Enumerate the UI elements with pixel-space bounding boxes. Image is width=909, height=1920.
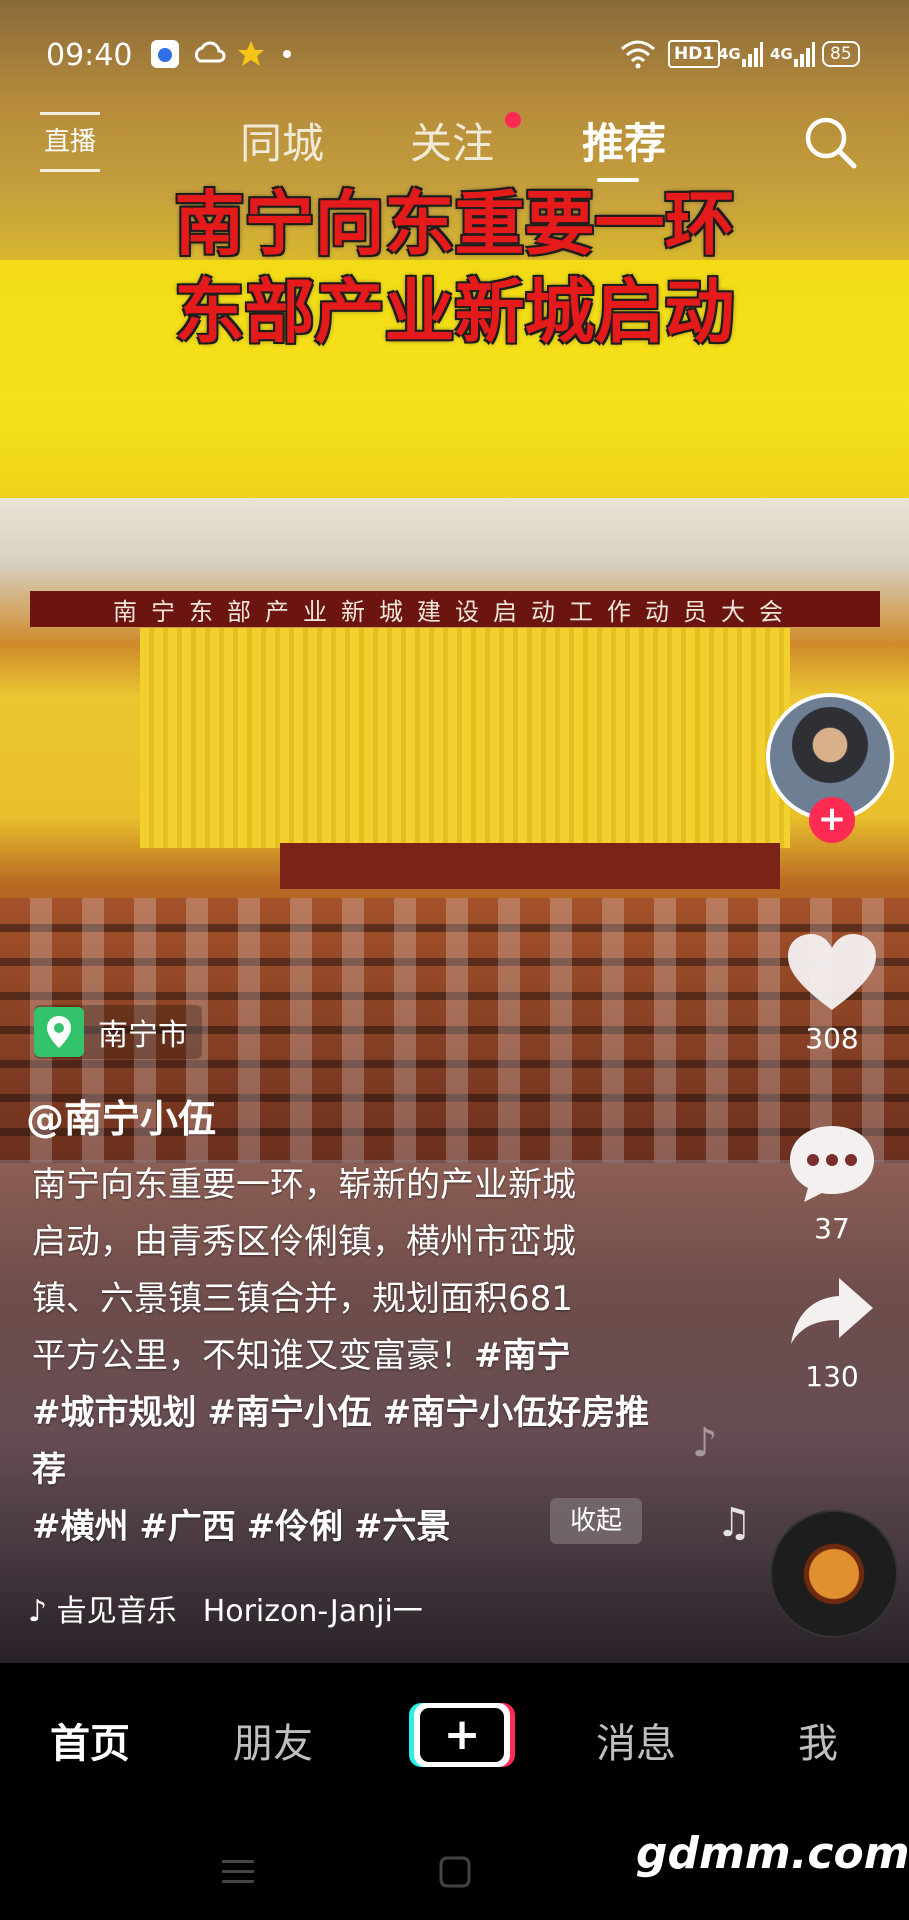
heart-icon xyxy=(788,934,876,1010)
description-line: 南宁向东重要一环，崭新的产业新城 xyxy=(32,1165,576,1205)
status-bar: 09:40 HD1 4G 4G 85 xyxy=(0,0,909,110)
floating-music-note-icon: ♪ xyxy=(692,1420,718,1466)
description-line: 镇、六景镇三镇合并，规划面积681 xyxy=(32,1279,573,1319)
hashtag-link[interactable]: #六景 xyxy=(354,1507,451,1547)
status-time: 09:40 xyxy=(46,38,133,73)
floating-music-note-icon-2: ♫ xyxy=(716,1500,752,1546)
hashtag-link[interactable]: #南宁 xyxy=(474,1336,571,1376)
meeting-photo: 南宁东部产业新城建设启动工作动员大会 xyxy=(0,498,909,1163)
tab-recommended[interactable]: 推荐 xyxy=(582,110,666,171)
watermark: gdmm.com xyxy=(636,1828,909,1879)
headline-line-1: 南宁向东重要一环 xyxy=(174,183,735,265)
baidu-app-icon xyxy=(150,38,180,70)
hashtag-link[interactable]: #广西 xyxy=(139,1507,236,1547)
battery-icon: 85 xyxy=(822,38,860,70)
location-label: 南宁市 xyxy=(98,1018,188,1053)
share-button[interactable]: 130 xyxy=(780,1272,884,1393)
hashtag-link[interactable]: #城市规划 xyxy=(32,1393,197,1433)
following-notification-dot xyxy=(505,112,521,128)
signal-2-icon: 4G xyxy=(770,38,815,70)
share-arrow-icon xyxy=(791,1278,873,1344)
like-button[interactable]: 308 xyxy=(780,930,884,1055)
live-tv-icon[interactable]: 直播 xyxy=(40,112,100,172)
stage-table xyxy=(280,843,780,889)
music-info[interactable]: ♪ 㫖见音乐 Horizon-Janji一 xyxy=(28,1586,423,1630)
description-text: 平方公里，不知谁又变富豪！ xyxy=(32,1336,474,1376)
video-headline: 南宁向东重要一环 东部产业新城启动 xyxy=(0,180,909,356)
hd-badge-text: HD1 xyxy=(668,40,721,68)
menu-icon[interactable] xyxy=(220,1857,256,1887)
meeting-banner: 南宁东部产业新城建设启动工作动员大会 xyxy=(30,591,880,627)
more-notifications-dot-icon xyxy=(282,38,292,70)
stage-curtain xyxy=(140,628,790,848)
signal-1-label: 4G xyxy=(718,45,741,63)
live-label: 直播 xyxy=(43,127,96,157)
home-square-icon[interactable] xyxy=(438,1855,472,1889)
description-line: #城市规划 #南宁小伍 #南宁小伍好房推荐 xyxy=(32,1385,652,1499)
follow-plus-button[interactable]: + xyxy=(809,797,855,843)
bottom-nav: 首页 朋友 + 消息 我 xyxy=(0,1663,909,1813)
author-handle[interactable]: @南宁小伍 xyxy=(26,1088,216,1143)
nav-messages[interactable]: 消息 xyxy=(596,1711,676,1769)
nav-home[interactable]: 首页 xyxy=(50,1711,130,1769)
signal-1-icon: 4G xyxy=(718,38,763,70)
hashtag-link[interactable]: #伶俐 xyxy=(247,1507,344,1547)
search-icon[interactable] xyxy=(800,112,860,172)
description-line: 平方公里，不知谁又变富豪！#南宁 xyxy=(32,1328,652,1385)
share-count: 130 xyxy=(805,1360,859,1393)
post-description: 南宁向东重要一环，崭新的产业新城 启动，由青秀区伶俐镇，横州市峦城 镇、六景镇三… xyxy=(32,1157,652,1556)
collapse-button[interactable]: 收起 xyxy=(550,1498,642,1544)
description-line: 启动，由青秀区伶俐镇，横州市峦城 xyxy=(32,1222,576,1262)
battery-level: 85 xyxy=(822,41,860,67)
location-tag[interactable]: 南宁市 xyxy=(34,1005,202,1059)
create-post-button[interactable]: + xyxy=(414,1703,510,1767)
nav-friends[interactable]: 朋友 xyxy=(233,1711,313,1769)
star-notification-icon xyxy=(236,38,266,70)
active-tab-indicator xyxy=(597,178,639,182)
cloud-sync-icon xyxy=(192,38,226,70)
hd-badge-icon: HD1 xyxy=(668,38,721,70)
hashtag-link[interactable]: #南宁小伍 xyxy=(207,1393,372,1433)
music-title: Horizon-Janji一 xyxy=(202,1594,423,1629)
comment-count: 37 xyxy=(814,1212,850,1245)
headline-line-2: 东部产业新城启动 xyxy=(174,271,735,353)
top-nav: 直播 同城 关注 推荐 xyxy=(0,100,909,190)
wifi-icon xyxy=(620,38,656,70)
tab-following[interactable]: 关注 xyxy=(410,110,494,171)
signal-2-label: 4G xyxy=(770,45,793,63)
music-disc-icon[interactable] xyxy=(770,1510,898,1638)
tab-nearby[interactable]: 同城 xyxy=(240,110,324,171)
like-count: 308 xyxy=(805,1022,859,1055)
plus-icon: + xyxy=(420,1708,504,1762)
hashtag-link[interactable]: #横州 xyxy=(32,1507,129,1547)
comment-button[interactable]: 37 xyxy=(780,1122,884,1245)
music-source: ♪ 㫖见音乐 xyxy=(28,1594,177,1629)
nav-me[interactable]: 我 xyxy=(798,1711,838,1769)
comment-bubble-icon xyxy=(790,1126,874,1202)
location-pin-icon xyxy=(34,1007,84,1057)
